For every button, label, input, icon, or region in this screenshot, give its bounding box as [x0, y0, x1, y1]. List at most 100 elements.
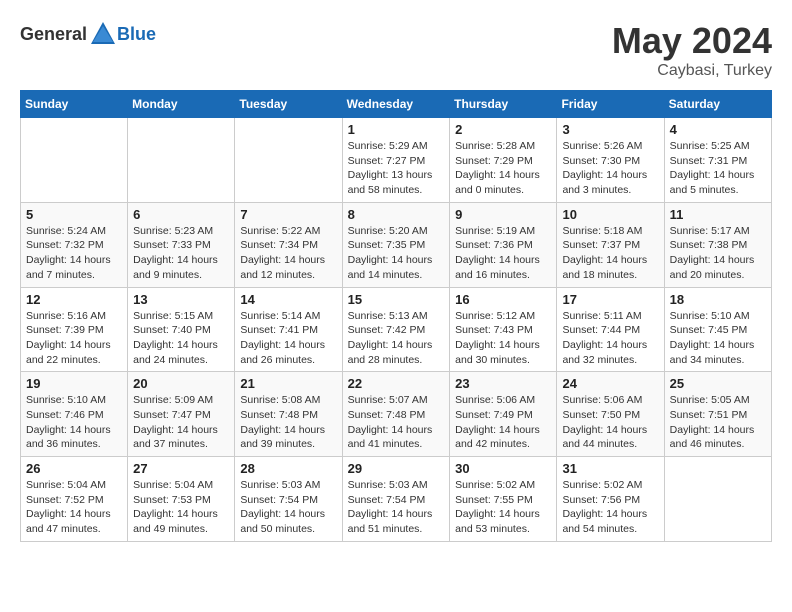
weekday-header-tuesday: Tuesday — [235, 91, 342, 118]
day-info: Sunrise: 5:15 AMSunset: 7:40 PMDaylight:… — [133, 309, 229, 368]
day-info: Sunrise: 5:16 AMSunset: 7:39 PMDaylight:… — [26, 309, 122, 368]
calendar-day-6: 6 Sunrise: 5:23 AMSunset: 7:33 PMDaylight… — [128, 202, 235, 287]
day-info: Sunrise: 5:25 AMSunset: 7:31 PMDaylight:… — [670, 139, 766, 198]
logo-icon — [89, 20, 117, 48]
day-number: 19 — [26, 376, 122, 391]
calendar-day-4: 4 Sunrise: 5:25 AMSunset: 7:31 PMDaylight… — [664, 118, 771, 203]
weekday-header-friday: Friday — [557, 91, 664, 118]
day-info: Sunrise: 5:24 AMSunset: 7:32 PMDaylight:… — [26, 224, 122, 283]
day-info: Sunrise: 5:17 AMSunset: 7:38 PMDaylight:… — [670, 224, 766, 283]
day-number: 10 — [562, 207, 658, 222]
day-info: Sunrise: 5:03 AMSunset: 7:54 PMDaylight:… — [348, 478, 445, 537]
location-title: Caybasi, Turkey — [612, 62, 772, 80]
day-number: 6 — [133, 207, 229, 222]
day-info: Sunrise: 5:04 AMSunset: 7:53 PMDaylight:… — [133, 478, 229, 537]
calendar-week-row: 5 Sunrise: 5:24 AMSunset: 7:32 PMDaylight… — [21, 202, 772, 287]
day-info: Sunrise: 5:14 AMSunset: 7:41 PMDaylight:… — [240, 309, 336, 368]
weekday-header-monday: Monday — [128, 91, 235, 118]
calendar-day-15: 15 Sunrise: 5:13 AMSunset: 7:42 PMDayligh… — [342, 287, 450, 372]
calendar-week-row: 1Sunrise: 5:29 AMSunset: 7:27 PMDaylight… — [21, 118, 772, 203]
day-info: Sunrise: 5:18 AMSunset: 7:37 PMDaylight:… — [562, 224, 658, 283]
day-info: Sunrise: 5:03 AMSunset: 7:54 PMDaylight:… — [240, 478, 336, 537]
calendar-day-11: 11 Sunrise: 5:17 AMSunset: 7:38 PMDayligh… — [664, 202, 771, 287]
calendar-day-22: 22Sunrise: 5:07 AMSunset: 7:48 PMDayligh… — [342, 372, 450, 457]
day-number: 21 — [240, 376, 336, 391]
day-number: 18 — [670, 292, 766, 307]
day-number: 31 — [562, 461, 658, 476]
day-number: 12 — [26, 292, 122, 307]
day-number: 14 — [240, 292, 336, 307]
day-number: 15 — [348, 292, 445, 307]
day-number: 3 — [562, 122, 658, 137]
day-info: Sunrise: 5:02 AMSunset: 7:56 PMDaylight:… — [562, 478, 658, 537]
calendar-day-30: 30 Sunrise: 5:02 AMSunset: 7:55 PMDayligh… — [450, 457, 557, 542]
calendar-day-24: 24Sunrise: 5:06 AMSunset: 7:50 PMDayligh… — [557, 372, 664, 457]
calendar-week-row: 26Sunrise: 5:04 AMSunset: 7:52 PMDayligh… — [21, 457, 772, 542]
weekday-header-wednesday: Wednesday — [342, 91, 450, 118]
day-info: Sunrise: 5:10 AMSunset: 7:46 PMDaylight:… — [26, 393, 122, 452]
calendar-empty-cell — [235, 118, 342, 203]
title-block: May 2024 Caybasi, Turkey — [612, 20, 772, 80]
day-number: 7 — [240, 207, 336, 222]
calendar-day-21: 21 Sunrise: 5:08 AMSunset: 7:48 PMDayligh… — [235, 372, 342, 457]
weekday-header-row: SundayMondayTuesdayWednesdayThursdayFrid… — [21, 91, 772, 118]
day-number: 9 — [455, 207, 551, 222]
calendar-day-26: 26Sunrise: 5:04 AMSunset: 7:52 PMDayligh… — [21, 457, 128, 542]
day-info: Sunrise: 5:13 AMSunset: 7:42 PMDaylight:… — [348, 309, 445, 368]
day-number: 27 — [133, 461, 229, 476]
day-info: Sunrise: 5:10 AMSunset: 7:45 PMDaylight:… — [670, 309, 766, 368]
calendar-day-25: 25Sunrise: 5:05 AMSunset: 7:51 PMDayligh… — [664, 372, 771, 457]
day-number: 24 — [562, 376, 658, 391]
day-number: 1 — [348, 122, 445, 137]
calendar-week-row: 12 Sunrise: 5:16 AMSunset: 7:39 PMDayligh… — [21, 287, 772, 372]
day-info: Sunrise: 5:22 AMSunset: 7:34 PMDaylight:… — [240, 224, 336, 283]
calendar-day-12: 12 Sunrise: 5:16 AMSunset: 7:39 PMDayligh… — [21, 287, 128, 372]
day-number: 23 — [455, 376, 551, 391]
calendar-day-18: 18 Sunrise: 5:10 AMSunset: 7:45 PMDayligh… — [664, 287, 771, 372]
calendar-day-31: 31 Sunrise: 5:02 AMSunset: 7:56 PMDayligh… — [557, 457, 664, 542]
day-number: 5 — [26, 207, 122, 222]
calendar-week-row: 19 Sunrise: 5:10 AMSunset: 7:46 PMDayligh… — [21, 372, 772, 457]
day-number: 8 — [348, 207, 445, 222]
day-number: 30 — [455, 461, 551, 476]
day-info: Sunrise: 5:09 AMSunset: 7:47 PMDaylight:… — [133, 393, 229, 452]
day-info: Sunrise: 5:28 AMSunset: 7:29 PMDaylight:… — [455, 139, 551, 198]
day-info: Sunrise: 5:06 AMSunset: 7:49 PMDaylight:… — [455, 393, 551, 452]
day-info: Sunrise: 5:12 AMSunset: 7:43 PMDaylight:… — [455, 309, 551, 368]
calendar-day-23: 23 Sunrise: 5:06 AMSunset: 7:49 PMDayligh… — [450, 372, 557, 457]
day-number: 17 — [562, 292, 658, 307]
weekday-header-sunday: Sunday — [21, 91, 128, 118]
calendar-day-20: 20 Sunrise: 5:09 AMSunset: 7:47 PMDayligh… — [128, 372, 235, 457]
calendar-table: SundayMondayTuesdayWednesdayThursdayFrid… — [20, 90, 772, 542]
day-info: Sunrise: 5:11 AMSunset: 7:44 PMDaylight:… — [562, 309, 658, 368]
day-info: Sunrise: 5:20 AMSunset: 7:35 PMDaylight:… — [348, 224, 445, 283]
weekday-header-saturday: Saturday — [664, 91, 771, 118]
day-number: 2 — [455, 122, 551, 137]
day-number: 4 — [670, 122, 766, 137]
day-info: Sunrise: 5:08 AMSunset: 7:48 PMDaylight:… — [240, 393, 336, 452]
day-info: Sunrise: 5:02 AMSunset: 7:55 PMDaylight:… — [455, 478, 551, 537]
calendar-day-19: 19 Sunrise: 5:10 AMSunset: 7:46 PMDayligh… — [21, 372, 128, 457]
calendar-day-17: 17 Sunrise: 5:11 AMSunset: 7:44 PMDayligh… — [557, 287, 664, 372]
day-number: 13 — [133, 292, 229, 307]
day-number: 11 — [670, 207, 766, 222]
calendar-day-1: 1Sunrise: 5:29 AMSunset: 7:27 PMDaylight… — [342, 118, 450, 203]
calendar-empty-cell — [21, 118, 128, 203]
calendar-day-10: 10 Sunrise: 5:18 AMSunset: 7:37 PMDayligh… — [557, 202, 664, 287]
day-number: 29 — [348, 461, 445, 476]
day-info: Sunrise: 5:23 AMSunset: 7:33 PMDaylight:… — [133, 224, 229, 283]
day-info: Sunrise: 5:05 AMSunset: 7:51 PMDaylight:… — [670, 393, 766, 452]
calendar-day-14: 14 Sunrise: 5:14 AMSunset: 7:41 PMDayligh… — [235, 287, 342, 372]
day-number: 20 — [133, 376, 229, 391]
logo-blue-text: Blue — [117, 24, 156, 45]
day-info: Sunrise: 5:19 AMSunset: 7:36 PMDaylight:… — [455, 224, 551, 283]
month-title: May 2024 — [612, 20, 772, 62]
calendar-day-8: 8 Sunrise: 5:20 AMSunset: 7:35 PMDaylight… — [342, 202, 450, 287]
day-info: Sunrise: 5:04 AMSunset: 7:52 PMDaylight:… — [26, 478, 122, 537]
day-number: 28 — [240, 461, 336, 476]
calendar-day-9: 9 Sunrise: 5:19 AMSunset: 7:36 PMDaylight… — [450, 202, 557, 287]
calendar-day-16: 16Sunrise: 5:12 AMSunset: 7:43 PMDayligh… — [450, 287, 557, 372]
day-info: Sunrise: 5:07 AMSunset: 7:48 PMDaylight:… — [348, 393, 445, 452]
page-header: General Blue May 2024 Caybasi, Turkey — [20, 20, 772, 80]
calendar-day-27: 27 Sunrise: 5:04 AMSunset: 7:53 PMDayligh… — [128, 457, 235, 542]
